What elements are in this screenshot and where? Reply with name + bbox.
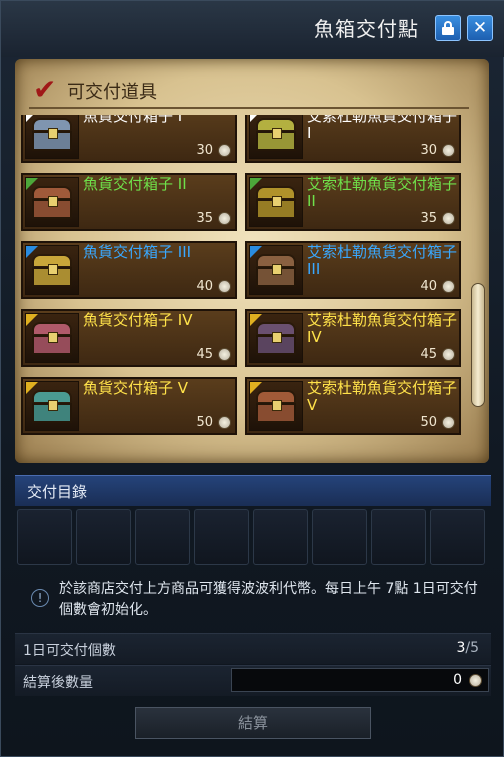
fish-crate-icon xyxy=(249,381,303,431)
grade-marker-icon xyxy=(250,178,262,190)
item-quantity: 40 xyxy=(196,279,213,294)
catalog-slot[interactable] xyxy=(76,509,131,565)
deliverable-items-panel: ✔ 可交付道具 魚貨交付箱子 I 30 艾索杜勒魚貨交付箱子 I 30 魚貨交付箱子 I… xyxy=(15,59,489,463)
catalog-slot[interactable] xyxy=(430,509,485,565)
coin-icon xyxy=(442,144,455,157)
grade-marker-icon xyxy=(250,382,262,394)
item-name: 魚貨交付箱子 V xyxy=(83,379,189,397)
daily-limit-label: 1日可交付個數 xyxy=(23,643,116,659)
catalog-title: 交付目錄 xyxy=(27,483,88,501)
catalog-slot[interactable] xyxy=(312,509,367,565)
item-quantity: 40 xyxy=(420,279,437,294)
fish-crate-icon xyxy=(249,177,303,227)
item-slot[interactable]: 魚貨交付箱子 V 50 xyxy=(21,377,237,435)
grade-marker-icon xyxy=(26,382,38,394)
checkmark-icon: ✔ xyxy=(33,73,57,106)
grade-marker-icon xyxy=(26,115,38,122)
coin-icon xyxy=(218,348,231,361)
coin-icon xyxy=(218,144,231,157)
fish-crate-icon xyxy=(249,245,303,295)
grade-marker-icon xyxy=(250,246,262,258)
settle-button[interactable]: 結算 xyxy=(135,707,371,739)
item-slot[interactable]: 魚貨交付箱子 II 35 xyxy=(21,173,237,231)
fish-crate-icon xyxy=(25,177,79,227)
coin-icon xyxy=(218,280,231,293)
item-name: 艾索杜勒魚貨交付箱子 I xyxy=(307,115,458,142)
result-row: 結算後數量 0 xyxy=(15,665,491,696)
item-quantity: 35 xyxy=(196,211,213,226)
coin-icon xyxy=(469,674,482,687)
lock-icon xyxy=(442,21,454,35)
item-slot[interactable]: 魚貨交付箱子 I 30 xyxy=(21,115,237,163)
window-title: 魚箱交付點 xyxy=(314,17,419,41)
catalog-slot[interactable] xyxy=(17,509,72,565)
item-quantity: 50 xyxy=(420,415,437,430)
close-button[interactable]: ✕ xyxy=(467,15,493,41)
item-slot[interactable]: 艾索杜勒魚貨交付箱子 I 30 xyxy=(245,115,461,163)
item-slot[interactable]: 艾索杜勒魚貨交付箱子 II 35 xyxy=(245,173,461,231)
grade-marker-icon xyxy=(26,246,38,258)
item-name: 魚貨交付箱子 I xyxy=(83,115,183,125)
item-quantity: 30 xyxy=(196,143,213,158)
daily-max: /5 xyxy=(465,640,479,656)
title-bar[interactable]: 魚箱交付點 ✕ xyxy=(1,1,504,57)
item-slot[interactable]: 魚貨交付箱子 IV 45 xyxy=(21,309,237,367)
item-quantity: 30 xyxy=(420,143,437,158)
delivery-window: 魚箱交付點 ✕ ✔ 可交付道具 魚貨交付箱子 I 30 艾索杜勒魚貨交付箱子 I 30… xyxy=(0,0,504,757)
coin-icon xyxy=(218,416,231,429)
item-name: 魚貨交付箱子 III xyxy=(83,243,192,261)
result-box: 0 xyxy=(231,668,489,692)
catalog-slot[interactable] xyxy=(135,509,190,565)
fish-crate-icon xyxy=(25,245,79,295)
item-name: 艾索杜勒魚貨交付箱子 V xyxy=(307,379,458,414)
item-slot[interactable]: 艾索杜勒魚貨交付箱子 IV 45 xyxy=(245,309,461,367)
item-name: 艾索杜勒魚貨交付箱子 II xyxy=(307,175,458,210)
grade-marker-icon xyxy=(26,314,38,326)
catalog-slots xyxy=(17,509,489,565)
deliverable-title: 可交付道具 xyxy=(67,82,157,103)
item-quantity: 50 xyxy=(196,415,213,430)
lock-button[interactable] xyxy=(435,15,461,41)
result-label: 結算後數量 xyxy=(23,675,93,691)
deliverable-header: ✔ 可交付道具 xyxy=(29,73,469,109)
catalog-slot[interactable] xyxy=(253,509,308,565)
grade-marker-icon xyxy=(250,314,262,326)
catalog-slot[interactable] xyxy=(194,509,249,565)
coin-icon xyxy=(442,416,455,429)
grade-marker-icon xyxy=(26,178,38,190)
item-slot[interactable]: 艾索杜勒魚貨交付箱子 V 50 xyxy=(245,377,461,435)
item-name: 艾索杜勒魚貨交付箱子 III xyxy=(307,243,458,278)
item-slot[interactable]: 魚貨交付箱子 III 40 xyxy=(21,241,237,299)
fish-crate-icon xyxy=(249,115,303,159)
daily-limit-value: 3/5 xyxy=(456,640,479,656)
catalog-slot[interactable] xyxy=(371,509,426,565)
fish-crate-icon xyxy=(25,115,79,159)
close-icon: ✕ xyxy=(472,18,488,38)
catalog-header: 交付目錄 xyxy=(15,475,491,506)
coin-icon xyxy=(218,212,231,225)
coin-icon xyxy=(442,212,455,225)
item-quantity: 45 xyxy=(196,347,213,362)
item-quantity: 35 xyxy=(420,211,437,226)
item-grid: 魚貨交付箱子 I 30 艾索杜勒魚貨交付箱子 I 30 魚貨交付箱子 II 35 艾索杜勒魚… xyxy=(21,115,467,441)
coin-icon xyxy=(442,348,455,361)
item-name: 魚貨交付箱子 II xyxy=(83,175,187,193)
fish-crate-icon xyxy=(25,313,79,363)
item-name: 魚貨交付箱子 IV xyxy=(83,311,193,329)
notice-text: 於該商店交付上方商品可獲得波波利代幣。每日上午 7點 1日可交付個數會初始化。 xyxy=(59,581,478,618)
coin-icon xyxy=(442,280,455,293)
fish-crate-icon xyxy=(249,313,303,363)
item-name: 艾索杜勒魚貨交付箱子 IV xyxy=(307,311,458,346)
fish-crate-icon xyxy=(25,381,79,431)
daily-limit-row: 1日可交付個數 3/5 xyxy=(15,633,491,664)
info-icon: ! xyxy=(31,589,49,607)
grade-marker-icon xyxy=(250,115,262,122)
item-slot[interactable]: 艾索杜勒魚貨交付箱子 III 40 xyxy=(245,241,461,299)
scrollbar-thumb[interactable] xyxy=(471,283,485,407)
item-quantity: 45 xyxy=(420,347,437,362)
result-value: 0 xyxy=(453,672,462,688)
